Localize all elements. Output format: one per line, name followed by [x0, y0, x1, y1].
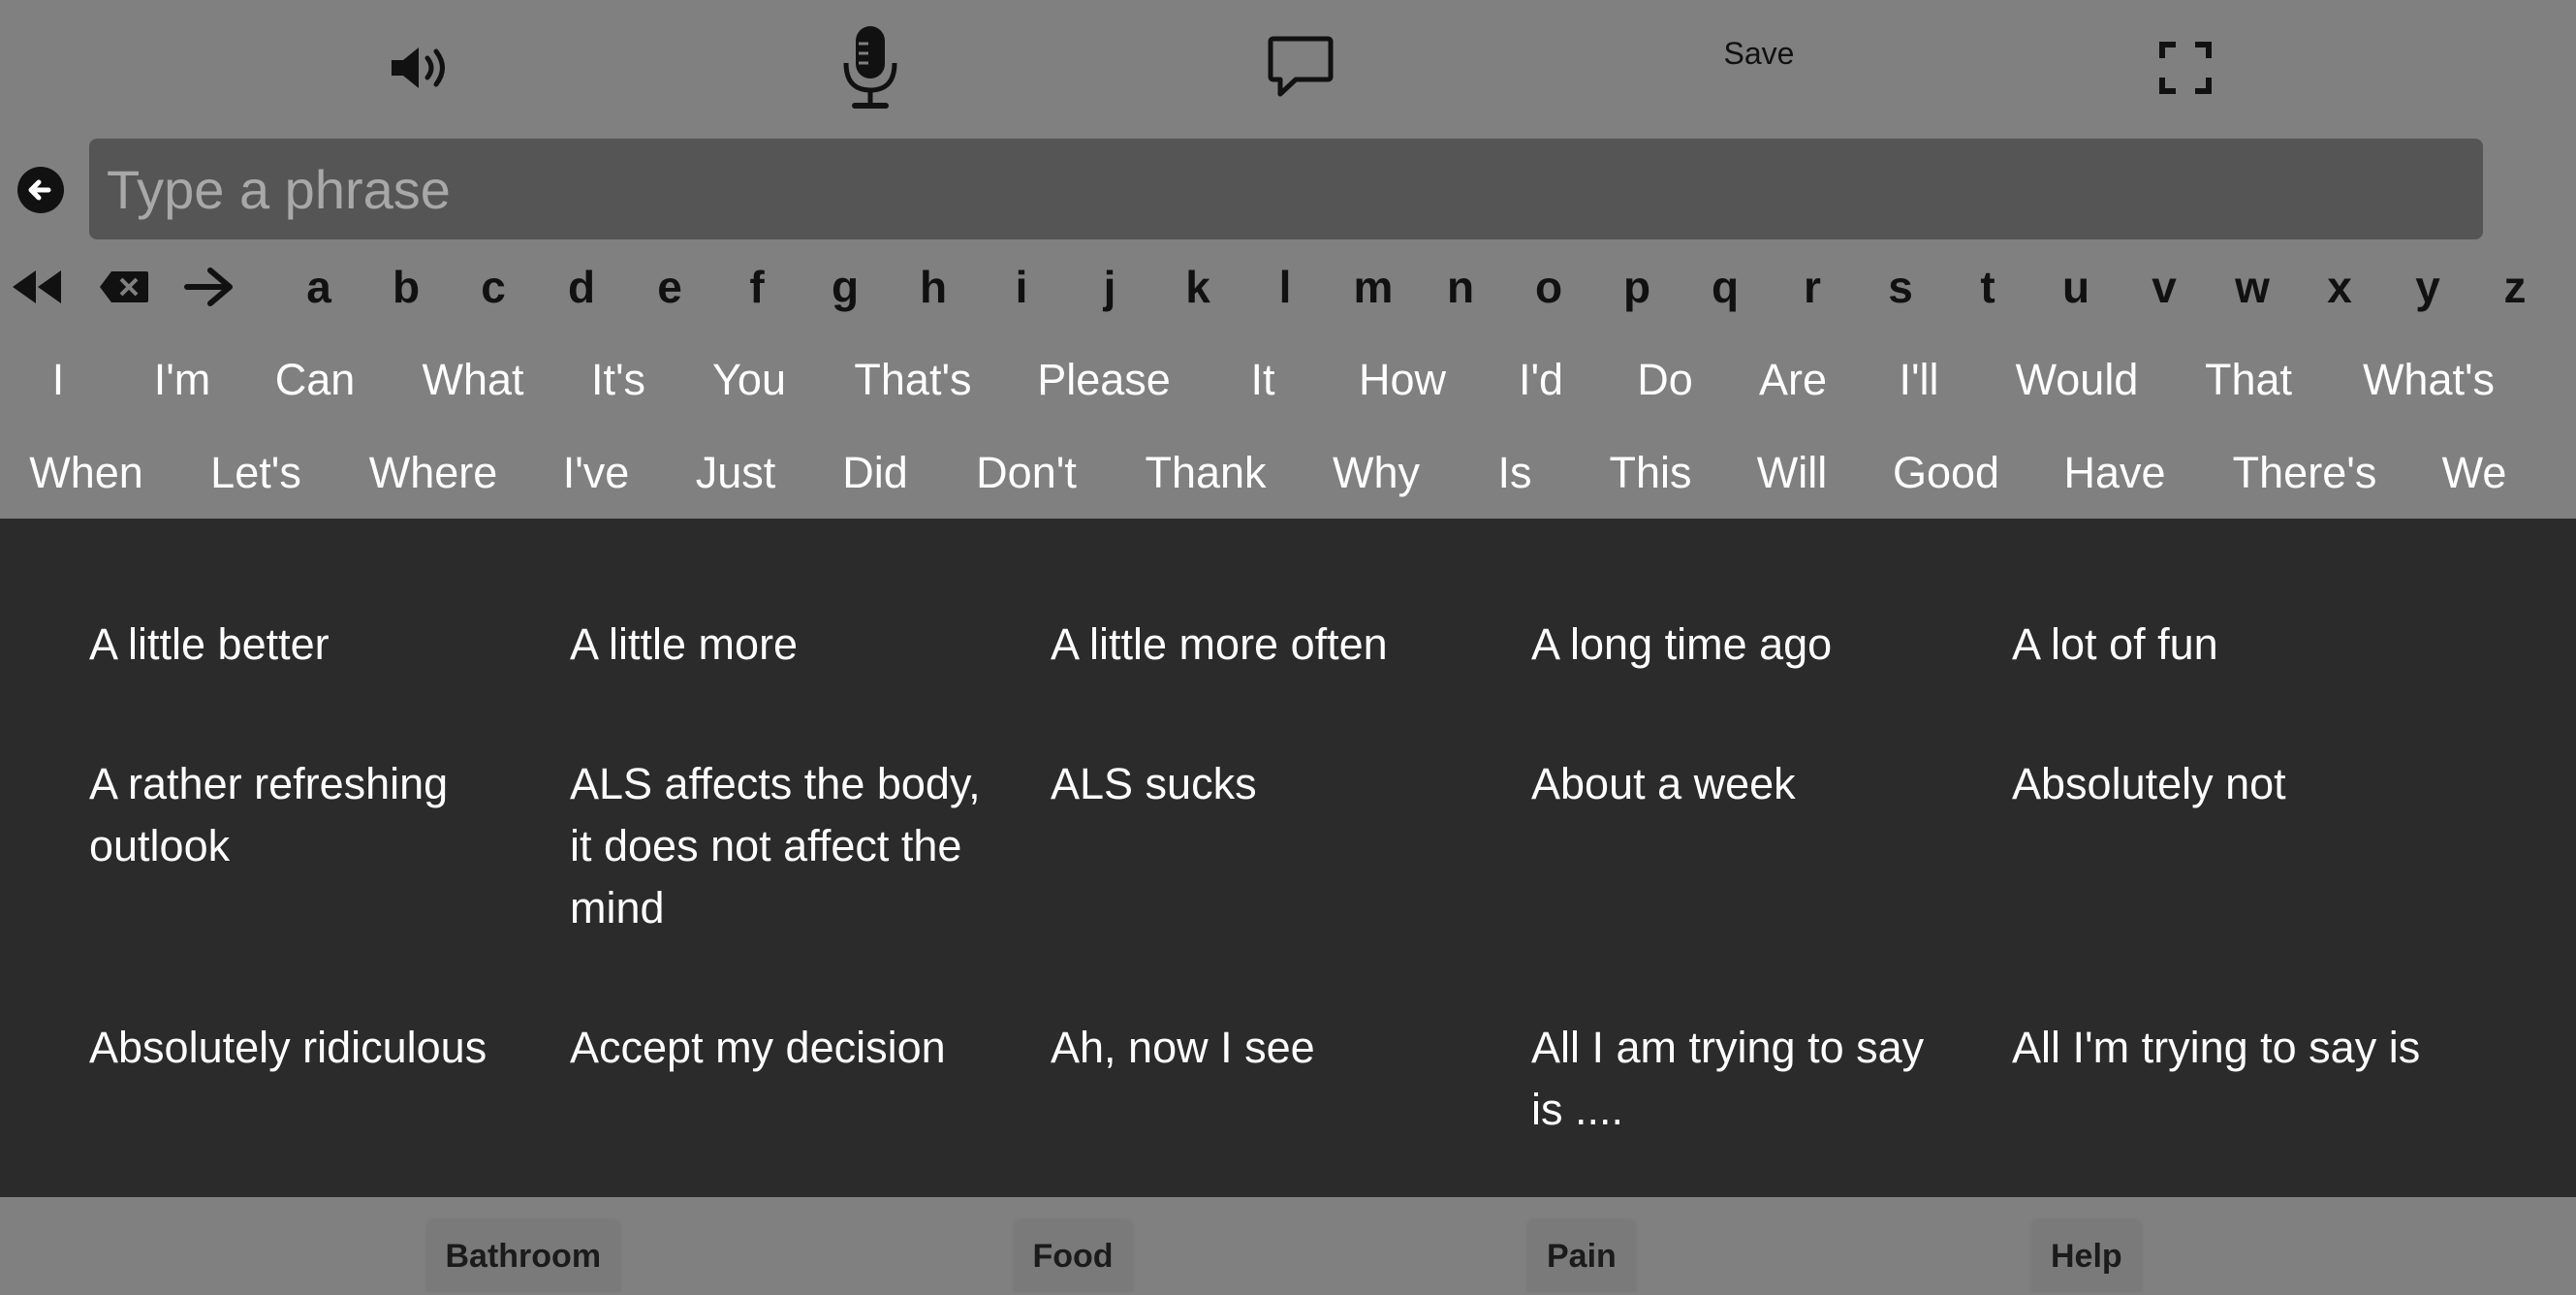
phrase-item[interactable]: A little better: [89, 614, 516, 676]
top-panel: Save abcdefghijklmnopqr: [0, 0, 2576, 519]
phrase-item[interactable]: All I'm trying to say is: [2012, 1017, 2438, 1079]
letter-key-d[interactable]: d: [557, 248, 606, 326]
word-key-have[interactable]: Have: [2027, 434, 2202, 512]
phrase-item[interactable]: A rather refreshing outlook: [89, 753, 516, 877]
speaker-icon: [392, 47, 445, 88]
letter-key-t[interactable]: t: [1963, 248, 2012, 326]
quick-button-pain[interactable]: Pain: [1527, 1220, 1636, 1292]
quick-bar: Bathroom Food Pain Help: [0, 1197, 2576, 1295]
microphone-button[interactable]: [832, 19, 909, 116]
word-key-will[interactable]: Will: [1705, 434, 1879, 512]
letter-key-i[interactable]: i: [997, 248, 1046, 326]
word-key-don-t[interactable]: Don't: [939, 434, 1114, 512]
phrase-input[interactable]: [89, 139, 2483, 239]
backspace-icon: [100, 271, 148, 302]
letter-key-j[interactable]: j: [1085, 248, 1134, 326]
letter-key-m[interactable]: m: [1349, 248, 1398, 326]
letter-key-s[interactable]: s: [1876, 248, 1925, 326]
phrase-item[interactable]: All I am trying to say is ....: [1531, 1017, 1958, 1141]
letter-key-h[interactable]: h: [909, 248, 958, 326]
word-key-when[interactable]: When: [0, 434, 173, 512]
phrase-grid: A little better A little more A little mor…: [0, 519, 2576, 1197]
word-key-please[interactable]: Please: [1017, 341, 1191, 419]
word-key-let-s[interactable]: Let's: [169, 434, 343, 512]
back-button[interactable]: [17, 167, 64, 213]
phrase-item[interactable]: A lot of fun: [2012, 614, 2438, 676]
word-key-there-s[interactable]: There's: [2217, 434, 2392, 512]
word-key-where[interactable]: Where: [346, 434, 520, 512]
word-key-did[interactable]: Did: [788, 434, 962, 512]
word-row-2: When Let's Where I've Just Did Don't Thank Why Is…: [0, 434, 2576, 512]
rewind-icon: [13, 270, 61, 303]
word-key-we[interactable]: We: [2387, 434, 2561, 512]
letter-key-z[interactable]: z: [2491, 248, 2539, 326]
save-button[interactable]: Save: [1715, 29, 1803, 78]
phrase-item[interactable]: About a week: [1531, 753, 1958, 815]
letter-key-c[interactable]: c: [469, 248, 518, 326]
letter-key-n[interactable]: n: [1436, 248, 1485, 326]
word-key-that[interactable]: That: [2161, 341, 2336, 419]
speaker-button[interactable]: [383, 19, 460, 116]
word-key-i-ll[interactable]: I'll: [1832, 341, 2006, 419]
letter-key-v[interactable]: v: [2140, 248, 2188, 326]
letter-key-r[interactable]: r: [1788, 248, 1837, 326]
phrase-item[interactable]: Absolutely ridiculous: [89, 1017, 516, 1079]
phrase-item[interactable]: A little more: [570, 614, 996, 676]
letter-key-l[interactable]: l: [1261, 248, 1309, 326]
word-key-what-s[interactable]: What's: [2341, 341, 2516, 419]
letter-key-k[interactable]: k: [1174, 248, 1222, 326]
fullscreen-icon: [2159, 42, 2212, 94]
letter-key-y[interactable]: y: [2403, 248, 2452, 326]
word-key-thank[interactable]: Thank: [1118, 434, 1293, 512]
letter-key-p[interactable]: p: [1613, 248, 1661, 326]
letter-key-g[interactable]: g: [821, 248, 869, 326]
phrase-item[interactable]: Accept my decision: [570, 1017, 996, 1079]
backspace-button[interactable]: [95, 248, 153, 326]
quick-button-food[interactable]: Food: [1013, 1220, 1133, 1292]
microphone-icon: [843, 26, 897, 109]
word-key-would[interactable]: Would: [1990, 341, 2164, 419]
letter-key-q[interactable]: q: [1701, 248, 1749, 326]
letter-key-u[interactable]: u: [2052, 248, 2100, 326]
quick-button-help[interactable]: Help: [2031, 1220, 2142, 1292]
fullscreen-button[interactable]: [2147, 19, 2224, 116]
phrase-item[interactable]: A little more often: [1051, 614, 1477, 676]
phrase-item[interactable]: ALS affects the body, it does not affect…: [570, 753, 996, 939]
letter-key-a[interactable]: a: [295, 248, 343, 326]
arrow-right-icon: [184, 268, 233, 306]
letter-key-x[interactable]: x: [2315, 248, 2364, 326]
word-key-that-s[interactable]: That's: [826, 341, 1000, 419]
rewind-button[interactable]: [8, 248, 66, 326]
word-key-you[interactable]: You: [662, 341, 836, 419]
letter-key-b[interactable]: b: [382, 248, 430, 326]
word-key-good[interactable]: Good: [1859, 434, 2033, 512]
word-key-can[interactable]: Can: [228, 341, 402, 419]
letter-key-o[interactable]: o: [1524, 248, 1573, 326]
letter-row: abcdefghijklmnopqrstuvwxyz: [0, 248, 2576, 326]
word-row-1: I I'm Can What It's You That's Please It How I'd Do…: [0, 341, 2576, 419]
letter-key-f[interactable]: f: [733, 248, 781, 326]
phrase-item[interactable]: Absolutely not: [2012, 753, 2438, 815]
next-arrow-button[interactable]: [180, 248, 238, 326]
phrase-item[interactable]: A long time ago: [1531, 614, 1958, 676]
letter-key-w[interactable]: w: [2228, 248, 2277, 326]
quick-button-bathroom[interactable]: Bathroom: [425, 1220, 621, 1292]
phrase-item[interactable]: Ah, now I see: [1051, 1017, 1477, 1079]
phrase-item[interactable]: ALS sucks: [1051, 753, 1477, 815]
chat-button[interactable]: [1262, 19, 1339, 116]
chat-bubble-icon: [1268, 36, 1334, 97]
back-arrow-icon: [17, 167, 64, 213]
letter-key-e[interactable]: e: [645, 248, 694, 326]
